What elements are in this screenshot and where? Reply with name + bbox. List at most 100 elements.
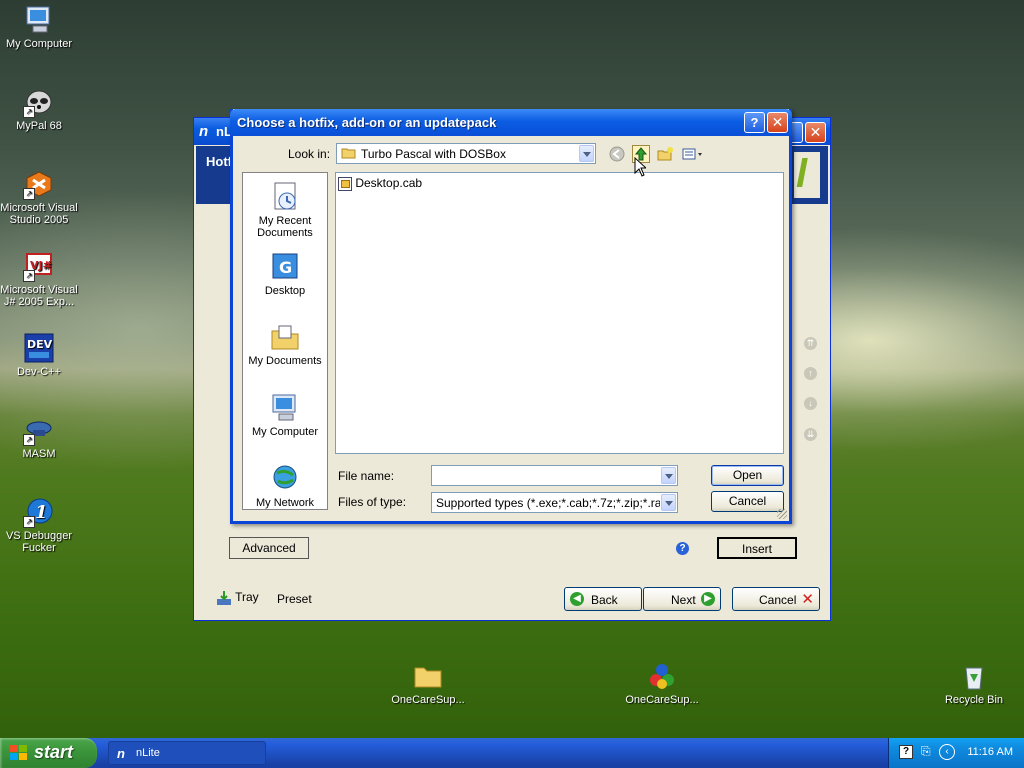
desktop-icon-vs-debugger[interactable]: 1 ↗ VS Debugger Fucker — [0, 496, 81, 554]
jsharp-icon: VJ# ↗ — [23, 250, 55, 282]
help-icon[interactable]: ? — [676, 542, 689, 555]
nlite-task-icon: n — [117, 746, 125, 761]
resize-grip-icon[interactable] — [777, 509, 787, 519]
raccoon-icon: ↗ — [23, 86, 55, 118]
move-bottom-arrow-icon[interactable]: ⇊ — [804, 428, 817, 441]
dialog-title-bar[interactable]: Choose a hotfix, add-on or an updatepack… — [230, 109, 792, 136]
chevron-down-icon[interactable] — [661, 467, 676, 484]
computer-icon — [23, 4, 55, 36]
recycle-bin-icon — [958, 660, 990, 692]
insert-button[interactable]: Insert — [717, 537, 797, 559]
desktop-icon-recycle-bin[interactable]: Recycle Bin — [932, 660, 1016, 706]
folder-icon — [412, 660, 444, 692]
desktop-icon-label: My Computer — [5, 38, 73, 50]
cancel-x-icon: ✕ — [801, 591, 814, 608]
onecare-icon — [646, 660, 678, 692]
new-folder-icon[interactable] — [656, 145, 674, 163]
desktop-icon-visual-studio[interactable]: ↗ Microsoft Visual Studio 2005 — [0, 168, 81, 226]
next-arrow-icon: ▶ — [701, 592, 715, 606]
move-up-arrow-icon[interactable]: ↑ — [804, 367, 817, 380]
look-in-label: Look in: — [288, 147, 331, 161]
advanced-button[interactable]: Advanced — [229, 537, 309, 559]
close-icon: ✕ — [771, 114, 784, 130]
view-menu-icon[interactable] — [681, 145, 705, 163]
cancel-button[interactable]: Cancel ✕ — [732, 587, 820, 611]
shortcut-arrow-icon: ↗ — [23, 434, 35, 446]
shortcut-arrow-icon: ↗ — [23, 270, 35, 282]
back-arrow-icon: ◀ — [570, 592, 584, 606]
files-of-type-dropdown[interactable]: Supported types (*.exe;*.cab;*.7z;*.zip;… — [431, 492, 678, 513]
taskbar-item-nlite[interactable]: n nLite — [108, 741, 266, 765]
desktop-icon-label: Microsoft Visual J# 2005 Exp... — [0, 284, 78, 308]
chevron-down-icon[interactable] — [661, 494, 676, 511]
back-nav-icon[interactable] — [608, 145, 626, 163]
preset-button[interactable]: Preset — [277, 592, 312, 606]
tray-icon — [216, 590, 232, 606]
file-name-input[interactable] — [431, 465, 678, 486]
desktop-icon-label: Dev-C++ — [16, 366, 62, 378]
nlite-brand-icon: l — [794, 152, 820, 198]
desktop-icon-label: VS Debugger Fucker — [5, 530, 73, 554]
desktop-icon-label: MASM — [22, 448, 56, 460]
desktop-icon-onecare-app[interactable]: OneCareSup... — [620, 660, 704, 706]
visual-studio-icon: ↗ — [23, 168, 55, 200]
desktop-icon-dev-cpp[interactable]: DEV Dev-C++ — [0, 332, 81, 378]
place-my-computer[interactable]: My Computer — [243, 392, 327, 438]
tray-collapse-icon[interactable]: ‹ — [939, 744, 955, 760]
close-icon: ✕ — [809, 124, 822, 140]
nlite-logo-icon: n — [199, 123, 209, 140]
system-tray: ? ⎘ ‹ 11:16 AM — [888, 738, 1024, 768]
help-button[interactable]: ? — [744, 112, 765, 133]
network-tray-icon[interactable]: ⎘ — [921, 744, 931, 759]
place-my-network[interactable]: My Network — [243, 463, 327, 509]
close-button[interactable]: ✕ — [767, 112, 788, 133]
start-button[interactable]: start — [0, 738, 97, 768]
open-button[interactable]: Open — [711, 465, 784, 486]
svg-text:1: 1 — [35, 502, 48, 523]
recent-documents-icon — [269, 181, 301, 213]
svg-text:G: G — [279, 258, 292, 277]
svg-text:DEV: DEV — [27, 338, 53, 351]
windows-flag-icon — [10, 745, 28, 761]
open-file-dialog: Choose a hotfix, add-on or an updatepack… — [230, 109, 792, 524]
masm-icon: ↗ — [23, 414, 55, 446]
back-button[interactable]: ◀ Back — [564, 587, 642, 611]
files-of-type-label: Files of type: — [338, 495, 407, 509]
shortcut-arrow-icon: ↗ — [23, 516, 35, 528]
help-tray-icon[interactable]: ? — [899, 745, 913, 759]
file-list[interactable]: Desktop.cab — [335, 172, 784, 454]
move-down-arrow-icon[interactable]: ↓ — [804, 397, 817, 410]
cancel-button[interactable]: Cancel — [711, 491, 784, 512]
desktop-icon-onecare-folder[interactable]: OneCareSup... — [386, 660, 470, 706]
place-recent-documents[interactable]: My Recent Documents — [243, 181, 327, 239]
place-desktop[interactable]: G Desktop — [243, 251, 327, 297]
dialog-title: Choose a hotfix, add-on or an updatepack — [237, 115, 497, 130]
folder-icon — [341, 147, 356, 159]
desktop-icon-my-computer[interactable]: My Computer — [0, 4, 81, 50]
shortcut-arrow-icon: ↗ — [23, 188, 35, 200]
clock: 11:16 AM — [967, 746, 1013, 758]
tray-button[interactable]: Tray — [216, 590, 259, 606]
desktop-icon-label: OneCareSup... — [391, 694, 465, 706]
look-in-dropdown[interactable]: Turbo Pascal with DOSBox — [336, 143, 596, 164]
move-top-arrow-icon[interactable]: ⇈ — [804, 337, 817, 350]
file-name-label: File name: — [338, 469, 395, 483]
computer-icon — [269, 392, 301, 424]
next-button[interactable]: Next ▶ — [643, 587, 721, 611]
desktop-icon-mypal[interactable]: ↗ MyPal 68 — [0, 86, 81, 132]
list-item[interactable]: Desktop.cab — [338, 176, 422, 191]
desktop-icon-label: Microsoft Visual Studio 2005 — [0, 202, 78, 226]
taskbar: start n nLite ? ⎘ ‹ 11:16 AM — [0, 738, 1024, 768]
network-icon — [269, 463, 301, 495]
desktop-icon: G — [269, 251, 301, 283]
desktop-icon-masm[interactable]: ↗ MASM — [0, 414, 81, 460]
close-button[interactable]: ✕ — [805, 122, 826, 143]
place-my-documents[interactable]: My Documents — [243, 321, 327, 367]
desktop-icon-label: Recycle Bin — [944, 694, 1004, 706]
places-bar: My Recent Documents G Desktop My Documen… — [242, 172, 328, 510]
chevron-down-icon[interactable] — [579, 145, 594, 162]
mouse-cursor-icon — [634, 156, 648, 177]
desktop-icon-visual-jsharp[interactable]: VJ# ↗ Microsoft Visual J# 2005 Exp... — [0, 250, 81, 308]
cab-file-icon — [338, 176, 352, 191]
desktop-icon-label: MyPal 68 — [16, 120, 62, 132]
